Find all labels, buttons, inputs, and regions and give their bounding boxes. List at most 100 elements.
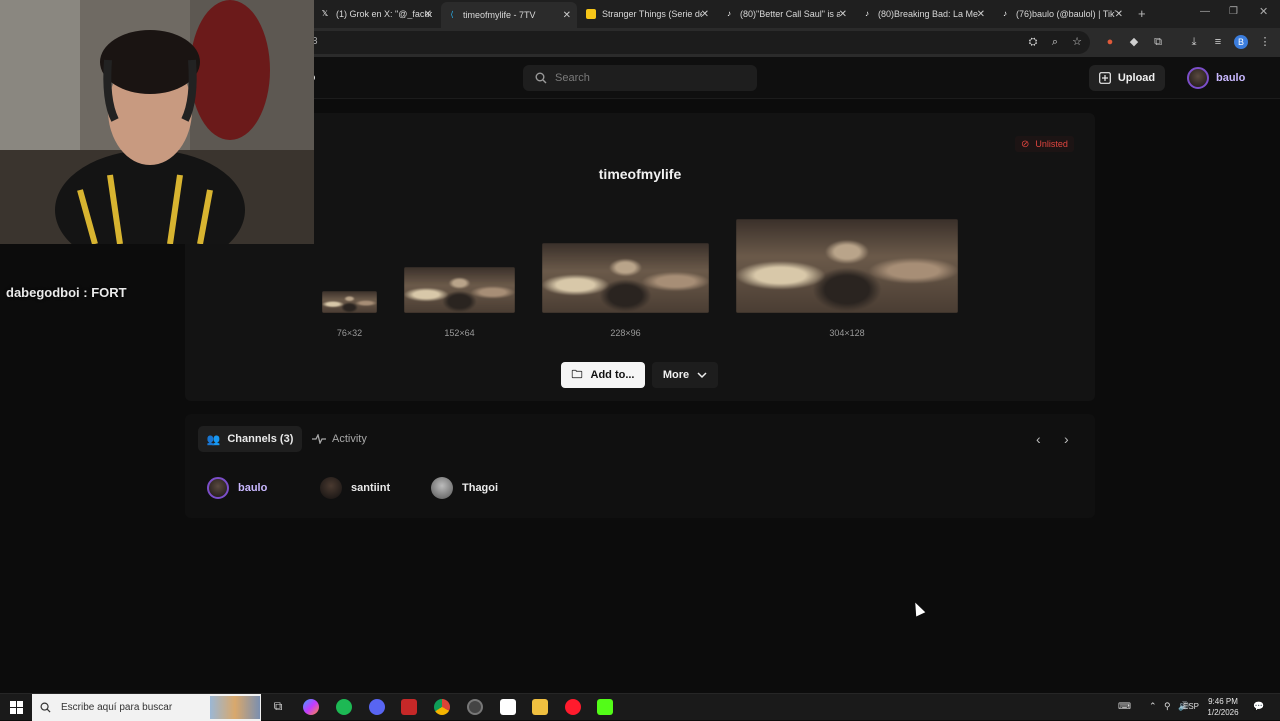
discord-icon[interactable] [369, 699, 385, 715]
extension-icon[interactable]: ◆ [1127, 35, 1141, 49]
extension-icon[interactable]: ● [1103, 35, 1117, 49]
copilot-icon[interactable] [303, 699, 319, 715]
browser-tab-tiktok-1[interactable]: ♪ (80)"Better Call Saul" is a ✕ [718, 4, 853, 24]
address-bar[interactable]: 3 [240, 31, 1090, 54]
language-indicator[interactable]: ESP [1183, 702, 1199, 711]
search-box[interactable] [523, 65, 757, 91]
status-label: Unlisted [1035, 139, 1068, 149]
add-to-button[interactable]: 🗀 Add to... [561, 362, 645, 388]
imdb-icon [586, 9, 596, 19]
tab-title: timeofmylife - 7TV [463, 10, 536, 20]
close-window-icon[interactable]: ✕ [1259, 5, 1268, 18]
upload-label: Upload [1117, 72, 1156, 84]
chevron-down-icon [697, 371, 707, 378]
tab-title: (76)baulo (@baulol) | TikT [1016, 9, 1116, 19]
obs-icon[interactable] [467, 699, 483, 715]
7tv-icon: ⟨ [450, 10, 454, 19]
file-explorer-icon[interactable] [532, 699, 548, 715]
tiktok-icon: ♪ [727, 9, 731, 18]
clock-time: 9:46 PM [1208, 697, 1238, 706]
channel-item-santiint[interactable]: santiint [320, 477, 390, 499]
webcam-overlay [0, 0, 314, 244]
close-tab-icon[interactable]: ✕ [424, 9, 432, 20]
download-icon[interactable]: ⤓ [1187, 35, 1201, 49]
username: baulo [1216, 72, 1246, 84]
search-input[interactable] [555, 72, 745, 84]
capcut-icon[interactable] [500, 699, 516, 715]
minimize-icon[interactable]: — [1200, 6, 1210, 17]
tab-channels[interactable]: 👥 Channels (3) [198, 426, 302, 452]
browser-tab-tiktok-3[interactable]: ♪ (76)baulo (@baulol) | TikT ✕ [994, 4, 1129, 24]
menu-kebab-icon[interactable]: ⋮ [1258, 35, 1272, 49]
webcam-person-image [0, 0, 314, 244]
close-tab-icon[interactable]: ✕ [839, 9, 847, 20]
close-tab-icon[interactable]: ✕ [1115, 9, 1123, 20]
tab-title: (80)"Better Call Saul" is a [740, 9, 840, 19]
bookmark-star-icon[interactable]: ☆ [1070, 35, 1084, 49]
media-control-icon[interactable]: ≡ [1211, 35, 1225, 49]
emote-preview-3x[interactable] [542, 243, 709, 313]
system-clock[interactable]: 9:46 PM 1/2/2026 [1200, 696, 1246, 718]
taskbar-search[interactable] [32, 694, 261, 721]
taskbar-search-input[interactable] [61, 702, 221, 713]
avatar [431, 477, 453, 499]
network-icon[interactable]: ⚲ [1164, 701, 1171, 712]
users-icon: 👥 [206, 433, 221, 446]
profile-avatar[interactable]: B [1234, 35, 1248, 49]
chrome-icon[interactable] [434, 699, 450, 715]
size-label: 152×64 [444, 328, 475, 338]
emote-preview-4x[interactable] [736, 219, 958, 313]
voicemod-icon[interactable] [401, 699, 417, 715]
tab-activity-label: Activity [332, 433, 367, 445]
activity-pulse-icon [312, 434, 326, 444]
more-button[interactable]: More [652, 362, 718, 388]
translate-icon[interactable]: ⛭ [1026, 35, 1040, 49]
browser-tab-7tv[interactable]: ⟨ timeofmylife - 7TV ✕ [441, 2, 577, 28]
opera-icon[interactable] [565, 699, 581, 715]
channel-item-thagoi[interactable]: Thagoi [431, 477, 498, 499]
start-button[interactable] [0, 694, 32, 721]
channel-item-baulo[interactable]: baulo [207, 477, 267, 499]
avatar [207, 477, 229, 499]
folder-plus-icon: 🗀 [571, 368, 583, 381]
size-label: 76×32 [336, 328, 363, 338]
tab-title: Stranger Things (Serie de [602, 9, 702, 19]
channel-name: santiint [351, 482, 391, 494]
browser-tab-grok[interactable]: 𝕏 (1) Grok en X: "@_facucas ✕ [314, 4, 438, 24]
browser-tab-tiktok-2[interactable]: ♪ (80)Breaking Bad: La Mejo ✕ [856, 4, 991, 24]
emote-preview-1x[interactable] [322, 291, 377, 313]
close-tab-icon[interactable]: ✕ [701, 9, 709, 20]
task-view-icon[interactable]: ⧉ [270, 699, 286, 715]
upload-button[interactable]: Upload [1089, 65, 1165, 91]
spotify-icon[interactable] [336, 699, 352, 715]
windows-logo-icon [9, 701, 23, 714]
clock-date: 1/2/2026 [1207, 708, 1239, 717]
zoom-icon[interactable]: ⌕ [1048, 35, 1062, 49]
tiktok-icon: ♪ [1003, 9, 1007, 18]
tab-title: (1) Grok en X: "@_facucas [336, 9, 432, 19]
size-label: 228×96 [610, 328, 641, 338]
extensions-puzzle-icon[interactable]: ⧉ [1151, 35, 1165, 49]
emote-preview-2x[interactable] [404, 267, 515, 313]
mouse-cursor [910, 600, 926, 617]
channel-name: Thagoi [462, 482, 499, 494]
status-badge: ⊘ Unlisted [1015, 136, 1074, 152]
user-menu[interactable]: baulo [1187, 65, 1245, 91]
search-icon [535, 72, 547, 84]
maximize-icon[interactable]: ❐ [1229, 6, 1238, 17]
chevron-left-icon[interactable]: ‹ [1036, 431, 1041, 447]
eye-off-icon: ⊘ [1021, 138, 1030, 150]
keyboard-icon[interactable]: ⌨ [1118, 701, 1131, 712]
kick-icon[interactable] [597, 699, 613, 715]
close-tab-icon[interactable]: ✕ [563, 10, 571, 21]
tray-chevron-up-icon[interactable]: ⌃ [1149, 701, 1157, 712]
browser-tab-imdb[interactable]: Stranger Things (Serie de ✕ [580, 4, 715, 24]
close-tab-icon[interactable]: ✕ [977, 9, 985, 20]
new-tab-button[interactable]: + [1138, 6, 1146, 21]
size-label: 304×128 [829, 328, 865, 338]
taskbar: ⧉ ⌨ ⌃ ⚲ 🔊 ESP 9:46 PM 1/2/2026 💬 [0, 693, 1280, 721]
add-to-label: Add to... [590, 369, 635, 381]
notifications-icon[interactable]: 💬 [1253, 701, 1264, 712]
tab-activity[interactable]: Activity [312, 426, 376, 452]
chevron-right-icon[interactable]: › [1064, 431, 1069, 447]
